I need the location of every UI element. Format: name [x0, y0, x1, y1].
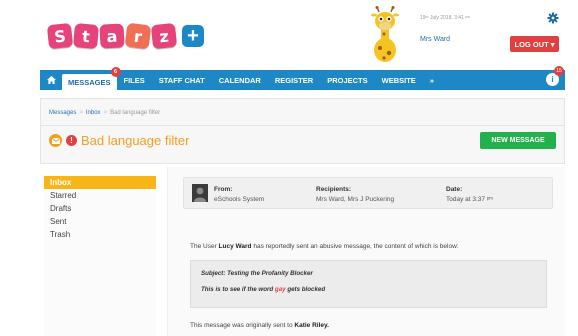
footer-text-pre: This message was originally sent to [190, 322, 295, 329]
from-column: From: eSchools System [214, 186, 264, 203]
giraffe-mascot-icon [371, 6, 399, 62]
user-name[interactable]: Mrs Ward [420, 36, 470, 43]
breadcrumb-current: Bad language filter [110, 110, 161, 116]
date-label: Date: [446, 186, 463, 193]
alert-icon: ! [66, 135, 77, 146]
message-header: From: eSchools System Recipients: Mrs Wa… [183, 177, 553, 209]
starz-logo[interactable]: S t a r z + [46, 22, 204, 50]
recipients-label: Recipients: [316, 186, 352, 193]
new-message-button[interactable]: NEW MESSAGE [480, 132, 556, 149]
from-label: From: [214, 186, 233, 193]
sidebar-item-starred[interactable]: Starred [44, 189, 156, 202]
page-title: Bad language filter [81, 133, 190, 148]
gear-icon[interactable] [547, 12, 559, 24]
logo-letter-r: r [124, 22, 152, 50]
page-title-row: ! Bad language filter [49, 133, 189, 148]
app-frame: S t a r z + 19ᵗʰ July 2018, 3:41 ᵖᵐ Mrs … [40, 0, 565, 336]
quoted-body-pre: This is to see if the word [201, 286, 275, 293]
logo-plus-icon: + [182, 25, 204, 47]
body-text-pre: The User [190, 243, 219, 250]
breadcrumb: Messages > Inbox > Bad language filter [49, 110, 160, 116]
sidebar-item-inbox[interactable]: Inbox [44, 176, 156, 189]
reported-user: Lucy Ward [218, 243, 252, 250]
logo-letter-s: S [46, 22, 74, 50]
messages-count-badge: 6 [110, 67, 121, 77]
message-body: The User Lucy Ward has reportedly sent a… [190, 243, 459, 250]
breadcrumb-separator: > [79, 110, 83, 116]
recipients-value: Mrs Ward, Mrs J Puckering [316, 196, 395, 203]
envelope-icon [49, 134, 62, 147]
nav-staff-chat[interactable]: STAFF CHAT [152, 70, 212, 90]
quoted-subject: Subject: Testing the Profanity Blocker [201, 270, 313, 277]
avatar-icon [192, 184, 208, 202]
nav-more[interactable]: » [423, 70, 441, 90]
logout-button[interactable]: LOG OUT ▾ [510, 36, 559, 52]
nav-register[interactable]: REGISTER [268, 70, 320, 90]
message-panel: From: eSchools System Recipients: Mrs Wa… [167, 167, 565, 336]
breadcrumb-separator: > [103, 110, 108, 116]
flagged-word: gay [274, 286, 286, 293]
logo-letter-z: z [150, 22, 178, 50]
sidebar-item-trash[interactable]: Trash [44, 228, 156, 241]
folder-sidebar: Inbox Starred Drafts Sent Trash [44, 176, 156, 336]
logo-letter-a: a [99, 23, 125, 49]
quoted-body-post: gets blocked [285, 286, 326, 293]
message-footer: This message was originally sent to Kati… [190, 322, 329, 329]
main-nav: MESSAGES 6 FILES STAFF CHAT CALENDAR REG… [40, 66, 565, 90]
from-value: eSchools System [214, 196, 265, 203]
home-icon[interactable] [40, 70, 62, 90]
nav-calendar[interactable]: CALENDAR [212, 70, 268, 90]
current-date: 19ᵗʰ July 2018, 3:41 ᵖᵐ [420, 15, 471, 21]
breadcrumb-messages[interactable]: Messages [49, 110, 76, 116]
nav-messages[interactable]: MESSAGES 6 [62, 67, 121, 90]
nav-website[interactable]: WEBSITE [375, 70, 423, 90]
breadcrumb-inbox[interactable]: Inbox [86, 110, 101, 116]
date-value: Today at 3:37 ᵖᵐ [446, 196, 494, 203]
original-recipient: Katie Riley. [294, 322, 329, 329]
date-column: Date: Today at 3:37 ᵖᵐ [446, 186, 493, 203]
header-divider [41, 125, 564, 126]
quoted-message: Subject: Testing the Profanity Blocker T… [190, 260, 547, 308]
recipients-column: Recipients: Mrs Ward, Mrs J Puckering [316, 186, 394, 203]
nav-projects[interactable]: PROJECTS [320, 70, 374, 90]
sidebar-item-drafts[interactable]: Drafts [44, 202, 156, 215]
nav-files[interactable]: FILES [117, 70, 152, 90]
page-header-panel: Messages > Inbox > Bad language filter ! Bad… [40, 98, 565, 164]
sidebar-item-sent[interactable]: Sent [44, 215, 156, 228]
notifications-count-badge: 15 [554, 66, 564, 76]
user-box: 19ᵗʰ July 2018, 3:41 ᵖᵐ Mrs Ward [420, 15, 470, 43]
quoted-body: This is to see if the word gay gets bloc… [201, 286, 536, 293]
logo-letter-t: t [72, 22, 100, 50]
nav-messages-label: MESSAGES [68, 77, 111, 87]
body-text-post: has reportedly sent an abusive message, … [251, 243, 459, 250]
